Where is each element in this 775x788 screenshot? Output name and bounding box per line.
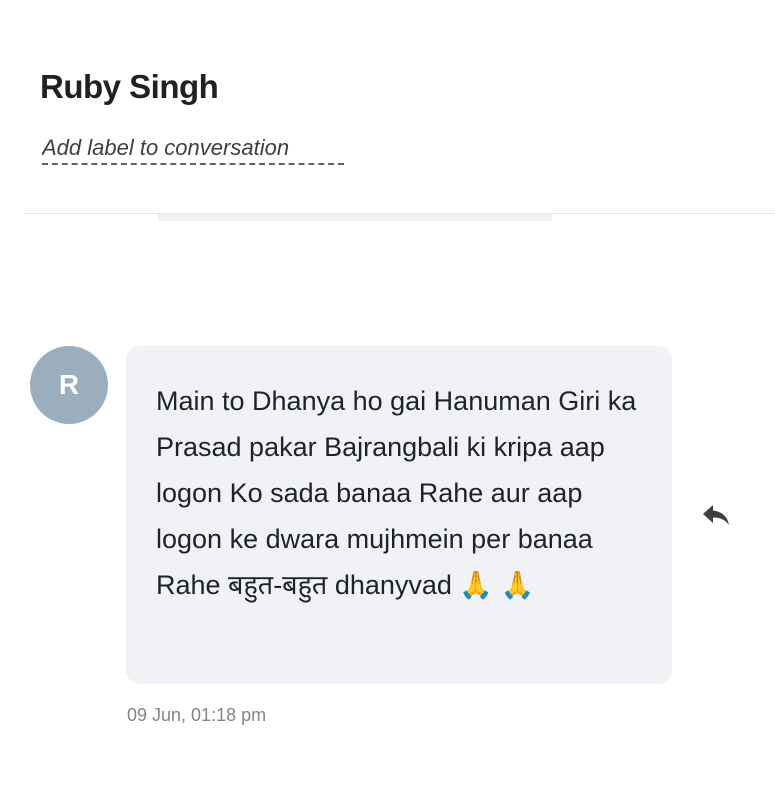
add-label-input[interactable]: [42, 133, 344, 165]
conversation-view: Ruby Singh R Main to Dhanya ho gai Hanum…: [0, 0, 775, 788]
message-timestamp: 09 Jun, 01:18 pm: [127, 705, 267, 725]
message-bubble: Main to Dhanya ho gai Hanuman Giri ka Pr…: [126, 346, 672, 684]
reply-arrow-icon: [703, 505, 729, 525]
message-text: Main to Dhanya ho gai Hanuman Giri ka Pr…: [156, 386, 637, 600]
contact-name: Ruby Singh: [40, 68, 219, 105]
reply-icon[interactable]: [700, 502, 732, 528]
scroll-indicator: [158, 214, 552, 221]
avatar: R: [30, 346, 108, 424]
